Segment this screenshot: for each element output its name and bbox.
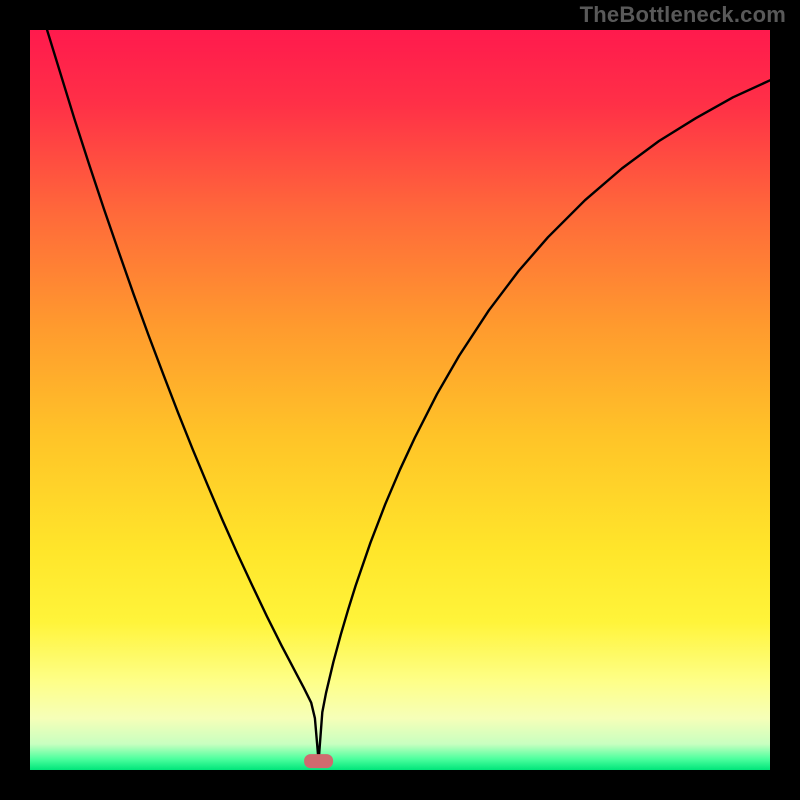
watermark-text: TheBottleneck.com bbox=[580, 2, 786, 28]
chart-frame: TheBottleneck.com bbox=[0, 0, 800, 800]
bottleneck-chart bbox=[30, 30, 770, 770]
optimal-marker bbox=[305, 755, 333, 768]
plot-area bbox=[30, 30, 770, 770]
